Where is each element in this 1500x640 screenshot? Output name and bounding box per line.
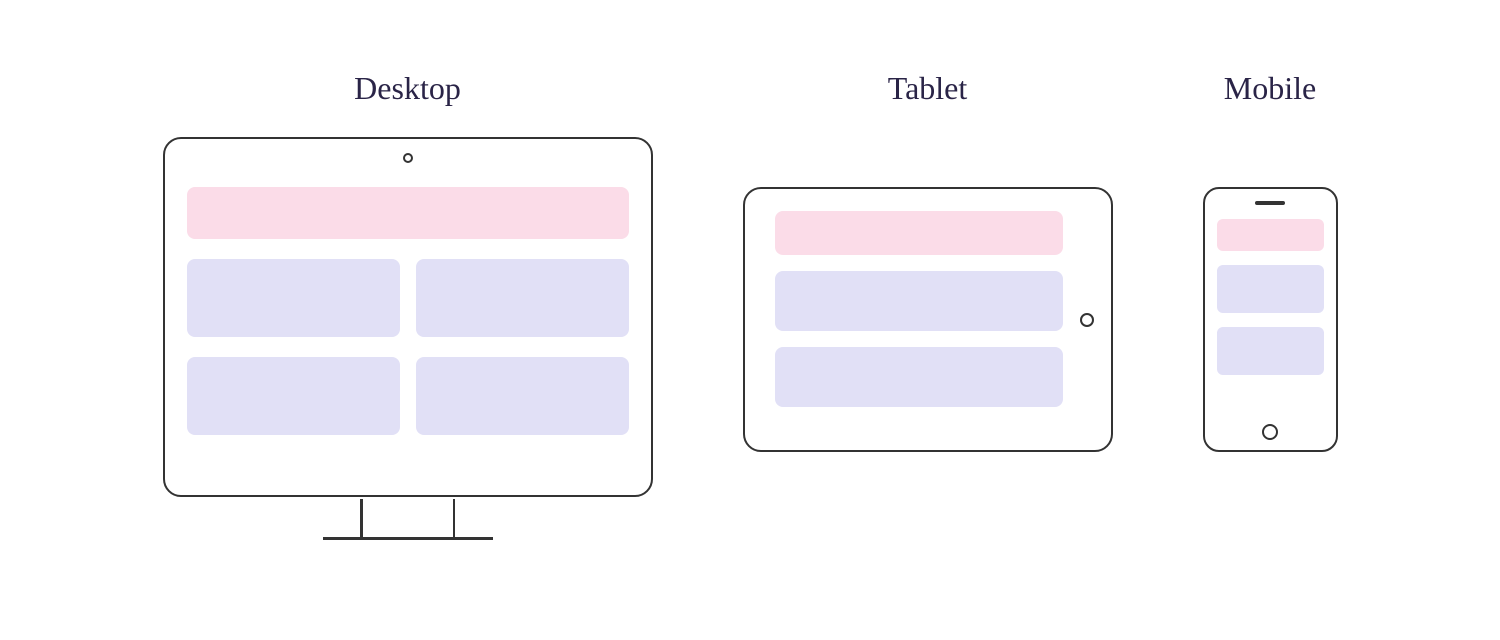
tablet-group: Tablet [743,70,1113,452]
mobile-group: Mobile [1203,70,1338,452]
desktop-stand-legs [360,499,455,537]
mobile-content-block [1217,265,1324,313]
desktop-stand-leg [360,499,363,537]
tablet-header-block [775,211,1063,255]
desktop-header-block [187,187,629,239]
tablet-screen-content [775,211,1063,428]
desktop-content-block [187,357,400,435]
mobile-device [1203,187,1338,452]
camera-icon [403,153,413,163]
desktop-content-block [416,259,629,337]
desktop-content-block [416,357,629,435]
desktop-monitor [163,137,653,497]
speaker-icon [1255,201,1285,205]
tablet-label: Tablet [888,70,968,107]
home-button-icon [1262,424,1278,440]
desktop-group: Desktop [163,70,653,540]
desktop-label: Desktop [354,70,461,107]
desktop-stand-base [323,537,493,540]
tablet-device [743,187,1113,452]
desktop-content-row-2 [187,357,629,435]
desktop-device [163,137,653,540]
tablet-content-block [775,271,1063,331]
desktop-content-block [187,259,400,337]
home-button-icon [1080,313,1094,327]
mobile-content-block [1217,327,1324,375]
mobile-header-block [1217,219,1324,251]
desktop-stand-leg [453,499,456,537]
desktop-screen-content [187,187,629,435]
mobile-label: Mobile [1224,70,1316,107]
tablet-content-block [775,347,1063,407]
desktop-content-row-1 [187,259,629,337]
mobile-screen-content [1217,219,1324,375]
devices-diagram: Desktop [0,0,1500,540]
desktop-stand [323,497,493,540]
